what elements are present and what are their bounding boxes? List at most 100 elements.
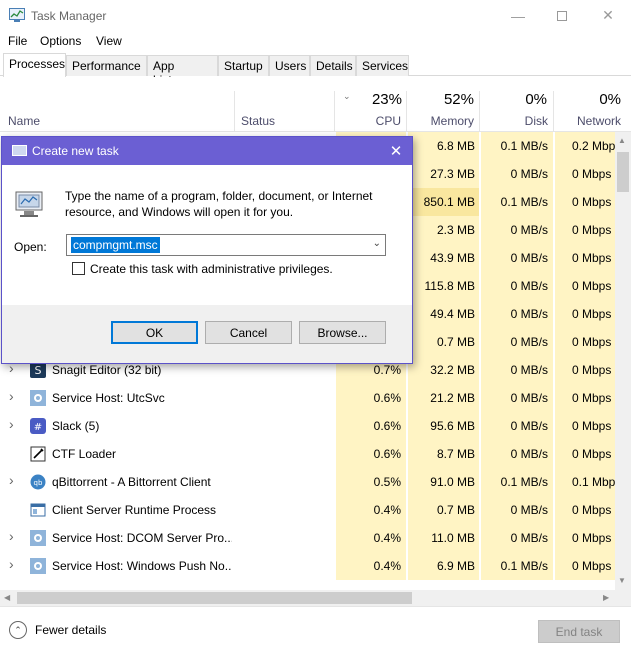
- fewer-details-link[interactable]: Fewer details: [35, 623, 106, 637]
- disk-value: 0.1 MB/s: [500, 195, 548, 209]
- end-task-button[interactable]: End task: [538, 620, 620, 643]
- vertical-scrollbar[interactable]: ▲ ▼: [615, 132, 631, 590]
- network-value: 0 Mbps: [572, 279, 612, 293]
- menu-file[interactable]: File: [8, 34, 27, 48]
- ctf-loader-icon: [30, 446, 46, 462]
- network-value: 0 Mbps: [572, 335, 612, 349]
- tab-services[interactable]: Services: [356, 55, 409, 76]
- open-input[interactable]: compmgmt.msc ⌄: [66, 234, 386, 256]
- browse-button[interactable]: Browse...: [299, 321, 386, 344]
- column-status[interactable]: Status: [241, 114, 275, 128]
- open-input-value[interactable]: compmgmt.msc: [71, 237, 160, 253]
- disk-value: 0 MB/s: [510, 419, 548, 433]
- window-title: Task Manager: [31, 9, 107, 23]
- network-value: 0 Mbps: [572, 167, 612, 181]
- memory-value: 95.6 MB: [430, 419, 475, 433]
- cpu-value: 0.4%: [373, 559, 401, 573]
- memory-value: 11.0 MB: [431, 531, 475, 545]
- tab-users[interactable]: Users: [269, 55, 310, 76]
- cpu-value: 0.7%: [373, 363, 401, 377]
- column-divider: [479, 91, 480, 131]
- cpu-value: 0.4%: [373, 531, 401, 545]
- cancel-button[interactable]: Cancel: [205, 321, 292, 344]
- run-program-icon: [15, 191, 43, 217]
- expand-chevron-icon[interactable]: ›: [9, 528, 14, 544]
- chevron-down-icon[interactable]: ⌄: [373, 238, 381, 249]
- memory-value: 8.7 MB: [436, 447, 475, 461]
- network-percent: 0%: [599, 91, 621, 108]
- dialog-title-bar: Create new task ✕: [2, 137, 412, 165]
- column-network[interactable]: Network: [560, 114, 621, 128]
- vertical-scroll-thumb[interactable]: [617, 152, 629, 192]
- tab-performance[interactable]: Performance: [66, 55, 147, 76]
- chevron-up-icon[interactable]: ⌃: [9, 621, 27, 639]
- dialog-title: Create new task: [32, 144, 119, 158]
- menu-view[interactable]: View: [96, 34, 122, 48]
- tab-details[interactable]: Details: [310, 55, 356, 76]
- tab-app-history[interactable]: App history: [147, 55, 218, 87]
- scroll-left-icon[interactable]: ◀: [4, 593, 10, 602]
- horizontal-scroll-thumb[interactable]: [17, 592, 412, 604]
- table-row[interactable]: CTF Loader 0.6% 8.7 MB 0 MB/s 0 Mbps: [0, 440, 615, 468]
- column-divider: [234, 91, 235, 131]
- disk-percent: 0%: [525, 91, 547, 108]
- tab-strip: Processes Performance App history Startu…: [0, 53, 631, 87]
- tab-startup[interactable]: Startup: [218, 55, 269, 76]
- memory-value: 91.0 MB: [430, 475, 475, 489]
- menu-options[interactable]: Options: [40, 34, 81, 48]
- memory-value: 0.7 MB: [436, 503, 475, 517]
- disk-value: 0 MB/s: [510, 363, 548, 377]
- column-divider: [553, 91, 554, 131]
- table-row[interactable]: › # Slack (5) 0.6% 95.6 MB 0 MB/s 0 Mbps: [0, 412, 615, 440]
- scroll-down-icon[interactable]: ▼: [618, 576, 626, 585]
- process-name: Snagit Editor (32 bit): [52, 363, 162, 377]
- dialog-close-button[interactable]: ✕: [382, 140, 410, 162]
- process-name: qBittorrent - A Bittorrent Client: [52, 475, 211, 489]
- memory-value: 6.9 MB: [436, 559, 475, 573]
- cpu-value: 0.4%: [373, 503, 401, 517]
- table-row[interactable]: › Service Host: Windows Push No... 0.4% 6.9…: [0, 552, 615, 580]
- expand-chevron-icon[interactable]: ›: [9, 388, 14, 404]
- disk-value: 0 MB/s: [510, 531, 548, 545]
- cpu-value: 0.6%: [373, 391, 401, 405]
- column-disk[interactable]: Disk: [484, 114, 548, 128]
- disk-value: 0.1 MB/s: [500, 139, 548, 153]
- column-name[interactable]: Name: [8, 114, 40, 128]
- table-row[interactable]: › Service Host: DCOM Server Pro... 0.4% 11.…: [0, 524, 615, 552]
- minimize-icon: —: [511, 7, 525, 24]
- column-memory[interactable]: Memory: [410, 114, 474, 128]
- run-dialog-icon: [12, 145, 27, 156]
- scroll-right-icon[interactable]: ▶: [603, 593, 609, 602]
- expand-chevron-icon[interactable]: ›: [9, 416, 14, 432]
- expand-chevron-icon[interactable]: ›: [9, 472, 14, 488]
- scrollbar-corner: [615, 590, 631, 606]
- table-row[interactable]: Client Server Runtime Process 0.4% 0.7 MB 0…: [0, 496, 615, 524]
- ok-button[interactable]: OK: [111, 321, 198, 344]
- gear-icon: [30, 390, 46, 406]
- admin-privileges-label[interactable]: Create this task with administrative pri…: [90, 262, 333, 276]
- maximize-button[interactable]: [539, 0, 585, 31]
- disk-value: 0 MB/s: [510, 503, 548, 517]
- close-icon: ✕: [389, 143, 403, 160]
- cpu-value: 0.5%: [373, 475, 401, 489]
- memory-value: 27.3 MB: [430, 167, 475, 181]
- memory-value: 6.8 MB: [436, 139, 475, 153]
- footer: ⌃ Fewer details End task: [0, 606, 631, 655]
- admin-privileges-checkbox[interactable]: [72, 262, 85, 275]
- network-value: 0 Mbps: [572, 223, 612, 237]
- minimize-button[interactable]: —: [495, 0, 541, 31]
- memory-value: 2.3 MB: [436, 223, 475, 237]
- close-button[interactable]: ✕: [585, 0, 631, 31]
- table-row[interactable]: › qb qBittorrent - A Bittorrent Client 0.5%…: [0, 468, 615, 496]
- memory-percent: 52%: [443, 91, 474, 108]
- column-cpu[interactable]: CPU: [340, 114, 401, 128]
- expand-chevron-icon[interactable]: ›: [9, 556, 14, 572]
- svg-text:qb: qb: [34, 479, 43, 487]
- tab-processes[interactable]: Processes: [3, 53, 66, 77]
- scroll-up-icon[interactable]: ▲: [618, 136, 626, 145]
- process-name: CTF Loader: [52, 447, 117, 461]
- table-row[interactable]: › Service Host: UtcSvc 0.6% 21.2 MB 0 MB/s 0 …: [0, 384, 615, 412]
- network-value: 0 Mbps: [572, 195, 612, 209]
- horizontal-scrollbar[interactable]: ◀ ▶: [0, 590, 615, 606]
- gear-icon: [30, 530, 46, 546]
